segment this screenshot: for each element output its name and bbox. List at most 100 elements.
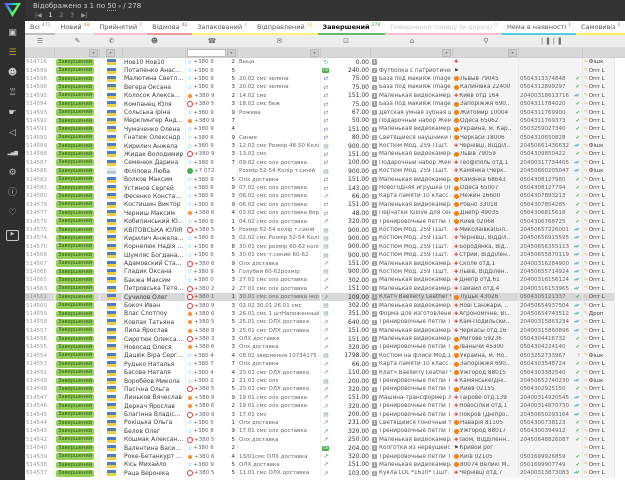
order-row[interactable]: 514593ЗавершенийСольська Іріна☆+380 99Ро…	[25, 108, 625, 116]
sidebar-item-tasks[interactable]: ☛	[0, 106, 25, 121]
tab-declined[interactable]: Відмова42	[147, 21, 192, 35]
order-row[interactable]: 514553ЗавершенийРудько Наталья☆+380 77Ол…	[25, 360, 625, 368]
price-cell: ↗320.00	[321, 427, 371, 435]
sidebar-item-info[interactable]: ⓘ	[0, 186, 25, 201]
tab-outofstock[interactable]: Нема в наявності1	[502, 21, 576, 35]
order-row[interactable]: 514587ЗавершенийСеменюк Дарина☆+380 9709…	[25, 159, 625, 167]
client-name: Кирилич Анжела	[124, 143, 178, 150]
order-row[interactable]: 514574ЗавершенийКирилич Анжела Ол..☆+380…	[25, 234, 625, 242]
order-row[interactable]: 514592ЗавершенийМерклингер Андрей+380 97…	[25, 117, 625, 125]
order-row[interactable]: 514540ЗавершенийВалентина Василье..☆+380…	[25, 444, 625, 452]
order-row[interactable]: 514590ЗавершенийГнатюк Олексндр☆+380 69С…	[25, 134, 625, 142]
order-comment: 26.01 смс 1 штНаложенный п..	[239, 311, 319, 317]
order-row[interactable]: 514563ЗавершенийПетровська Тетяна+380 22…	[25, 285, 625, 293]
order-row[interactable]: 514545ЗавершенийБлагінна Владіслава+380 …	[25, 410, 625, 418]
client-column-header[interactable]: ☻	[123, 37, 186, 45]
tab-returns[interactable]: Повернення товару (в дорозі)0	[385, 21, 502, 35]
phone-filter-input[interactable]	[187, 49, 226, 57]
status-column-header[interactable]: ✎	[55, 37, 100, 45]
order-row[interactable]: 514589ЗавершенийКирилич Анжела☆+380 9312…	[25, 142, 625, 150]
order-row[interactable]: 514537ЗавершенийРаца Вероніка+380 5511.0…	[25, 469, 625, 477]
order-row[interactable]: 514586ЗавершенийФіліпова Люба+7 072Розмі…	[25, 167, 625, 175]
pager-page-2[interactable]: 2	[59, 12, 63, 19]
order-row[interactable]: 514554ЗавершенийДацюк Віра Сергіївна☆+38…	[25, 352, 625, 360]
order-row[interactable]: 514582ЗавершенийВолков Максим☆+380 95Олх…	[25, 175, 625, 183]
order-row[interactable]: 514538ЗавершенийКісь Михайло☆+380 95ОЛХ …	[25, 461, 625, 469]
order-row[interactable]: 514557ЗавершенийЛила Ярослав+380 8325.01…	[25, 327, 625, 335]
order-row[interactable]: 514548ЗавершенийПасічна Ольга+380 5523.0…	[25, 385, 625, 393]
sidebar-item-video[interactable]: ▶	[0, 226, 25, 241]
product-column-header[interactable]: ⌂	[371, 37, 453, 45]
order-row[interactable]: 514596ЗавершенийВегера Оксана☆+380 9320.…	[25, 83, 625, 91]
tab-accepted[interactable]: Прийнятий7	[94, 21, 147, 35]
tab-done[interactable]: Завершений278	[318, 21, 386, 35]
order-row[interactable]: 514594ЗавершенийКомпанец Юля+380 5318.02…	[25, 100, 625, 108]
tab-pickup[interactable]: Самовивіз2	[576, 21, 625, 35]
order-row[interactable]: 514556ЗавершенийСиротюк Олександр+380 33…	[25, 335, 625, 343]
sidebar-item-dashboard[interactable]: ▣	[0, 26, 25, 41]
filter-dropdown-icon[interactable]: ▾	[227, 49, 236, 57]
filter-dropdown-icon[interactable]: ▾	[310, 49, 319, 57]
sidebar-item-finance[interactable]: ♖	[0, 86, 25, 101]
tracking-column-header[interactable]: ❘❚❘❚	[519, 37, 583, 45]
order-row[interactable]: 514567ЗавершенийАдамовский Станис..+380 …	[25, 259, 625, 267]
order-row[interactable]: 514575ЗавершенийКВІТОВСЬКА ЮЛІЯ+380 55Ро…	[25, 226, 625, 234]
order-row[interactable]: 514555ЗавершенийНовосад Олеся+380 63Олх …	[25, 343, 625, 351]
order-row[interactable]: 514543ЗавершенийБелов Олег☆+380 8917.01 …	[25, 427, 625, 435]
order-row[interactable]: 514542ЗавершенийКошмак Александр+380 55О…	[25, 436, 625, 444]
order-row[interactable]: 514579ЗавершенийКостишин Виктор☆+380 990…	[25, 201, 625, 209]
page-size-dropdown[interactable]: 50	[107, 2, 116, 11]
order-id-column-header[interactable]: ☰	[25, 37, 55, 45]
pager-first-icon[interactable]: |◀	[35, 12, 42, 19]
city-column-header[interactable]: ⚲	[453, 37, 519, 45]
order-row[interactable]: 514566ЗавершенийГладик Оксана☆+380 95Гол…	[25, 268, 625, 276]
sidebar-item-settings[interactable]: ⚙	[0, 166, 25, 181]
order-row[interactable]: 514588ЗавершенийЖидак Володимир+380 9313…	[25, 150, 625, 158]
order-row[interactable]: 514551ЗавершенийБасова Наталя☆+380 4423.…	[25, 368, 625, 376]
tab-all[interactable]: Всі471	[25, 21, 55, 35]
tracking-number: 20400316156124	[520, 277, 569, 283]
order-row[interactable]: 514568ЗавершенийШумляс Богдана Ан..☆+380…	[25, 251, 625, 259]
order-row[interactable]: 514539ЗавершенийРоке-Бетанкурт Лін..+380…	[25, 452, 625, 460]
app-logo-icon[interactable]	[4, 3, 21, 17]
order-row[interactable]: 514565ЗавершенийБакжа Максим☆+380 0327.0…	[25, 276, 625, 284]
order-row[interactable]: 514546ЗавершенийДеркач Ярослав+380 6219.…	[25, 402, 625, 410]
sidebar-item-orders[interactable]: ☰	[0, 46, 25, 61]
order-row[interactable]: 514577ЗавершенийЧерниш Максим+380 6403.0…	[25, 209, 625, 217]
channel-column-header[interactable]: ✆	[100, 37, 123, 45]
order-row[interactable]: 514599ЗавершенийПотапенко Анастас..☆+380…	[25, 66, 625, 74]
sidebar-item-support[interactable]: ♡	[0, 206, 25, 221]
order-row[interactable]: 514595ЗавершенийКолосок Александр+380 92…	[25, 92, 625, 100]
sidebar-item-marketing[interactable]: ◁	[0, 126, 25, 141]
order-row[interactable]: 514561ЗавершенийСучилов Олег+380 1130.01…	[25, 293, 625, 301]
chevron-down-icon[interactable]: ▾	[119, 4, 122, 10]
order-row[interactable]: 514559ЗавершенийВлас Слотпоу+380 6326.01…	[25, 310, 625, 318]
order-row[interactable]: 514549ЗавершенийВоробйов Микола☆+380 222…	[25, 377, 625, 385]
filter-dropdown-icon[interactable]: ▾	[442, 49, 451, 57]
order-row[interactable]: 514544ЗавершенийРокіцька Ольга☆+380 51Ол…	[25, 419, 625, 427]
order-row[interactable]: 514570ЗавершенийКорнелюк Надія Та..☆+380…	[25, 243, 625, 251]
order-row[interactable]: 514591ЗавершенийЧумаченко Олена☆+380 94⇄…	[25, 125, 625, 133]
filter-dropdown-icon[interactable]: ▾	[508, 49, 517, 57]
sidebar-item-clients[interactable]: ☻	[0, 66, 25, 81]
order-row[interactable]: 514576ЗавершенийКобилинський Юрий☆+380 6…	[25, 217, 625, 225]
order-row[interactable]: 514560ЗавершенийБокоч Иван+380 9302.02 3…	[25, 301, 625, 309]
comment-column-header[interactable]: ✉	[238, 37, 321, 45]
phone-column-header[interactable]: ☎	[186, 37, 238, 45]
pager-page-3[interactable]: 3	[70, 12, 74, 19]
pager-last-icon[interactable]: ▶|	[81, 12, 88, 19]
filter-dropdown-icon[interactable]: ▾	[89, 49, 98, 57]
sidebar-item-stats[interactable]: ▂▄▆	[0, 146, 25, 161]
order-row[interactable]: 514558ЗавершенийКовпак Татьяна+380 5525.…	[25, 318, 625, 326]
tab-sent[interactable]: Відправлений12	[252, 21, 318, 35]
order-row[interactable]: 514598ЗавершенийМалютина Светлана☆+380 9…	[25, 75, 625, 83]
pager-page-1[interactable]: 1	[49, 12, 53, 19]
price-column-header[interactable]: ⊡	[321, 37, 371, 45]
filter-dropdown-icon[interactable]: ▾	[106, 49, 115, 57]
order-row[interactable]: 514716ЗавершенийНов10 Нов10☆+380 92Выца↻…	[25, 58, 625, 66]
order-row[interactable]: 514581ЗавершенийУстинов Сергей☆+380 6907…	[25, 184, 625, 192]
tab-new[interactable]: Новий48	[55, 21, 94, 35]
tab-packed[interactable]: Запакований1	[192, 21, 252, 35]
order-row[interactable]: 514580ЗавершенийФесенко Константин☆+380 …	[25, 192, 625, 200]
order-row[interactable]: 514547ЗавершенийЛиньков Вячеслав+380 991…	[25, 394, 625, 402]
